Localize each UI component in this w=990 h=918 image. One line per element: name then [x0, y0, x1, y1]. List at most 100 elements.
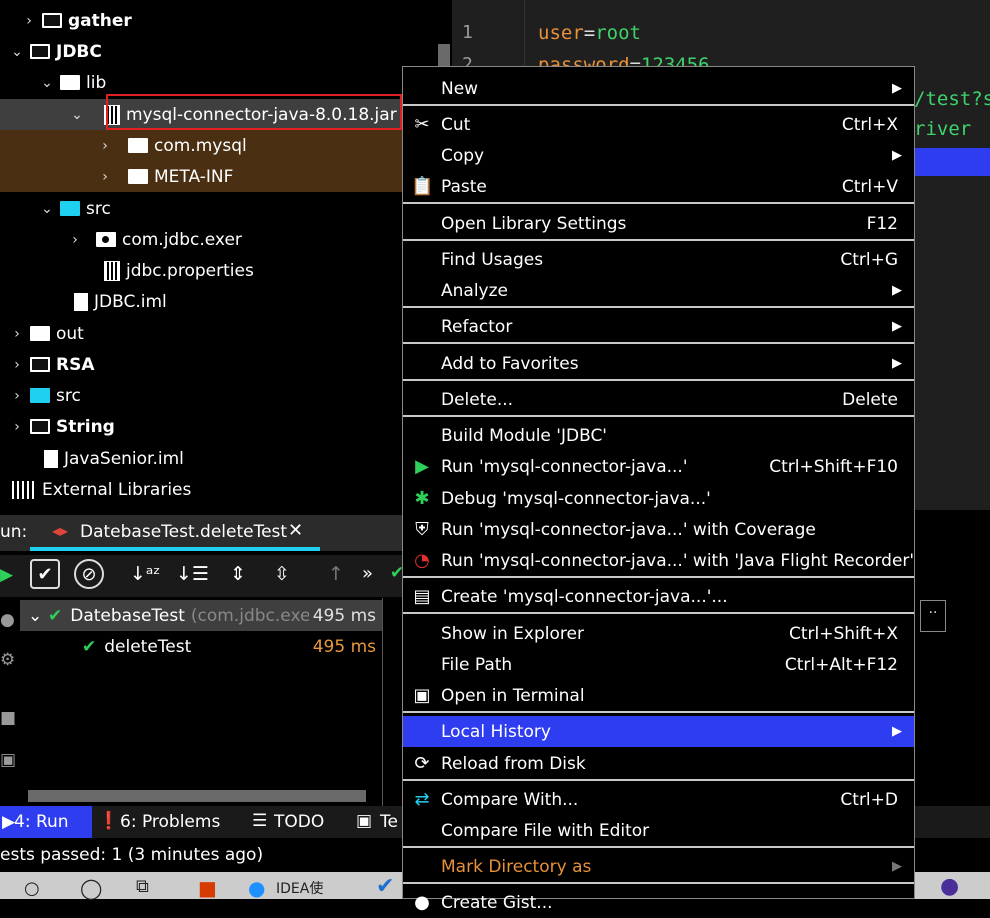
office-icon[interactable]: ■	[198, 876, 217, 900]
menu-item-add-to-favorites[interactable]: Add to Favorites ▶	[403, 348, 914, 379]
tree-item-com-jdbc-exer[interactable]: › com.jdbc.exer	[0, 224, 452, 255]
tree-item-external-libraries[interactable]: External Libraries	[0, 474, 452, 505]
menu-item-library-settings[interactable]: Open Library Settings F12	[403, 208, 914, 239]
menu-item-run-jfr[interactable]: ◔ Run 'mysql-connector-java...' with 'Jav…	[403, 545, 914, 576]
chevron-down-icon[interactable]: ⌄	[28, 606, 42, 626]
tree-item-com-mysql[interactable]: › com.mysql	[0, 130, 452, 161]
chevron-right-icon[interactable]: ›	[96, 138, 114, 154]
compare-icon: ⇄	[414, 789, 430, 810]
expand-all-icon[interactable]: ⇕	[230, 563, 246, 585]
menu-item-run[interactable]: ▶ Run 'mysql-connector-java...' Ctrl+Shift…	[403, 451, 914, 482]
submenu-arrow-icon: ▶	[892, 859, 902, 874]
bug-icon: ✱	[414, 488, 430, 509]
test-row[interactable]: ✔ deleteTest 495 ms	[20, 631, 382, 662]
tree-item-src-root[interactable]: › src	[0, 380, 452, 411]
chevron-right-icon[interactable]: ›	[8, 419, 26, 435]
submenu-arrow-icon: ▶	[892, 148, 902, 163]
terminal-icon: ▣	[356, 811, 373, 831]
more-icon[interactable]: »	[362, 563, 373, 584]
chevron-down-icon[interactable]: ⌄	[68, 107, 86, 123]
test-duration: 495 ms	[312, 636, 376, 657]
menu-item-analyze[interactable]: Analyze ▶	[403, 275, 914, 306]
chevron-down-icon[interactable]: ⌄	[38, 201, 56, 217]
previous-icon[interactable]: ↑	[328, 563, 344, 585]
tool-tab-run[interactable]: ▶ 4: Run	[0, 806, 92, 838]
run-tab-title[interactable]: DatebaseTest.deleteTest	[80, 522, 287, 542]
sort-alpha-icon[interactable]: ↓ᵃᶻ	[130, 563, 160, 585]
show-ignored-button[interactable]: ⊘	[74, 559, 104, 589]
vscode-icon[interactable]: ✔	[376, 874, 394, 899]
tree-item-jdbc-iml[interactable]: JDBC.iml	[0, 286, 452, 317]
menu-item-copy[interactable]: Copy ▶	[403, 140, 914, 171]
tree-item-javasenior-iml[interactable]: JavaSenior.iml	[0, 443, 452, 474]
chevron-right-icon[interactable]: ›	[8, 357, 26, 373]
chevron-down-icon[interactable]: ⌄	[38, 75, 56, 91]
close-icon[interactable]: ✕	[288, 520, 303, 541]
menu-item-reload[interactable]: ⟳ Reload from Disk	[403, 748, 914, 779]
horizontal-scrollbar[interactable]	[28, 790, 366, 802]
side-toolbar-icon[interactable]: ■	[0, 708, 16, 728]
menu-item-new[interactable]: New ▶	[403, 73, 914, 104]
passed-icon: ✔	[82, 636, 97, 657]
tree-item-label: JDBC	[56, 41, 102, 62]
tree-item-gather[interactable]: › gather	[0, 5, 452, 36]
chevron-down-icon[interactable]: ⌄	[8, 44, 26, 60]
suite-package: (com.jdbc.exer	[190, 605, 318, 626]
scissors-icon: ✂	[414, 114, 430, 135]
menu-item-create-config[interactable]: ▤ Create 'mysql-connector-java...'...	[403, 581, 914, 612]
sort-duration-icon[interactable]: ↓☰	[176, 563, 209, 585]
chevron-right-icon[interactable]: ›	[8, 388, 26, 404]
menu-item-build-module[interactable]: Build Module 'JDBC'	[403, 420, 914, 451]
side-toolbar-icon[interactable]: ⚙	[0, 650, 15, 670]
menu-item-open-terminal[interactable]: ▣ Open in Terminal	[403, 680, 914, 711]
passed-icon: ✔	[48, 605, 63, 626]
taskbar-app-label[interactable]: IDEA使	[276, 878, 323, 898]
chevron-right-icon[interactable]: ›	[8, 326, 26, 342]
tree-item-rsa[interactable]: › RSA	[0, 349, 452, 380]
edge-icon[interactable]: ●	[248, 876, 265, 900]
menu-item-compare-with[interactable]: ⇄ Compare With... Ctrl+D	[403, 784, 914, 815]
run-config-icon: ◂▸	[52, 521, 69, 540]
rerun-icon[interactable]: ▶	[0, 565, 13, 585]
task-view-icon[interactable]: ⧉	[136, 876, 149, 897]
tree-item-jdbc-properties[interactable]: jdbc.properties	[0, 255, 452, 286]
menu-item-refactor[interactable]: Refactor ▶	[403, 311, 914, 342]
source-folder-icon	[60, 201, 80, 216]
app-icon[interactable]: ●	[940, 874, 959, 899]
tree-item-string[interactable]: › String	[0, 411, 452, 442]
collapse-all-icon[interactable]: ⇳	[274, 563, 290, 585]
side-toolbar-icon[interactable]: ●	[0, 610, 15, 630]
tree-item-src[interactable]: ⌄ src	[0, 193, 452, 224]
chevron-right-icon[interactable]: ›	[66, 232, 84, 248]
tree-item-meta-inf[interactable]: › META-INF	[0, 161, 452, 192]
menu-item-create-gist[interactable]: ● Create Gist...	[403, 887, 914, 918]
menu-item-delete[interactable]: Delete... Delete	[403, 384, 914, 415]
test-suite-row[interactable]: ⌄ ✔ DatebaseTest (com.jdbc.exer 495 ms	[20, 600, 382, 631]
show-passed-button[interactable]: ✔	[30, 559, 60, 589]
chevron-right-icon[interactable]: ›	[20, 13, 38, 29]
console-ellipsis[interactable]: ..	[920, 600, 946, 632]
menu-item-paste[interactable]: 📋 Paste Ctrl+V	[403, 171, 914, 202]
cortana-icon[interactable]: ◯	[80, 876, 102, 900]
menu-item-file-path[interactable]: File Path Ctrl+Alt+F12	[403, 649, 914, 680]
menu-item-find-usages[interactable]: Find Usages Ctrl+G	[403, 244, 914, 275]
chevron-right-icon[interactable]: ›	[96, 169, 114, 185]
tree-item-out[interactable]: › out	[0, 318, 452, 349]
submenu-arrow-icon: ▶	[892, 356, 902, 371]
iml-file-icon	[74, 292, 88, 311]
menu-item-run-coverage[interactable]: ⛨ Run 'mysql-connector-java...' with Cove…	[403, 514, 914, 545]
tree-item-jdbc[interactable]: ⌄ JDBC	[0, 36, 452, 67]
project-tree: › gather ⌄ JDBC ⌄ lib ⌄ mysql-connector-…	[0, 0, 452, 510]
side-toolbar-icon[interactable]: ▣	[0, 750, 16, 770]
menu-item-show-in-explorer[interactable]: Show in Explorer Ctrl+Shift+X	[403, 618, 914, 649]
menu-item-compare-editor[interactable]: Compare File with Editor	[403, 815, 914, 846]
submenu-arrow-icon: ▶	[892, 81, 902, 96]
tool-tab-label: 4: Run	[14, 812, 69, 832]
menu-item-cut[interactable]: ✂ Cut Ctrl+X	[403, 109, 914, 140]
menu-item-mark-directory[interactable]: Mark Directory as ▶	[403, 851, 914, 882]
menu-item-debug[interactable]: ✱ Debug 'mysql-connector-java...'	[403, 483, 914, 514]
menu-item-local-history[interactable]: Local History ▶	[403, 716, 914, 747]
search-icon[interactable]: ○	[24, 878, 40, 899]
iml-file-icon	[44, 449, 58, 468]
submenu-arrow-icon: ▶	[892, 283, 902, 298]
